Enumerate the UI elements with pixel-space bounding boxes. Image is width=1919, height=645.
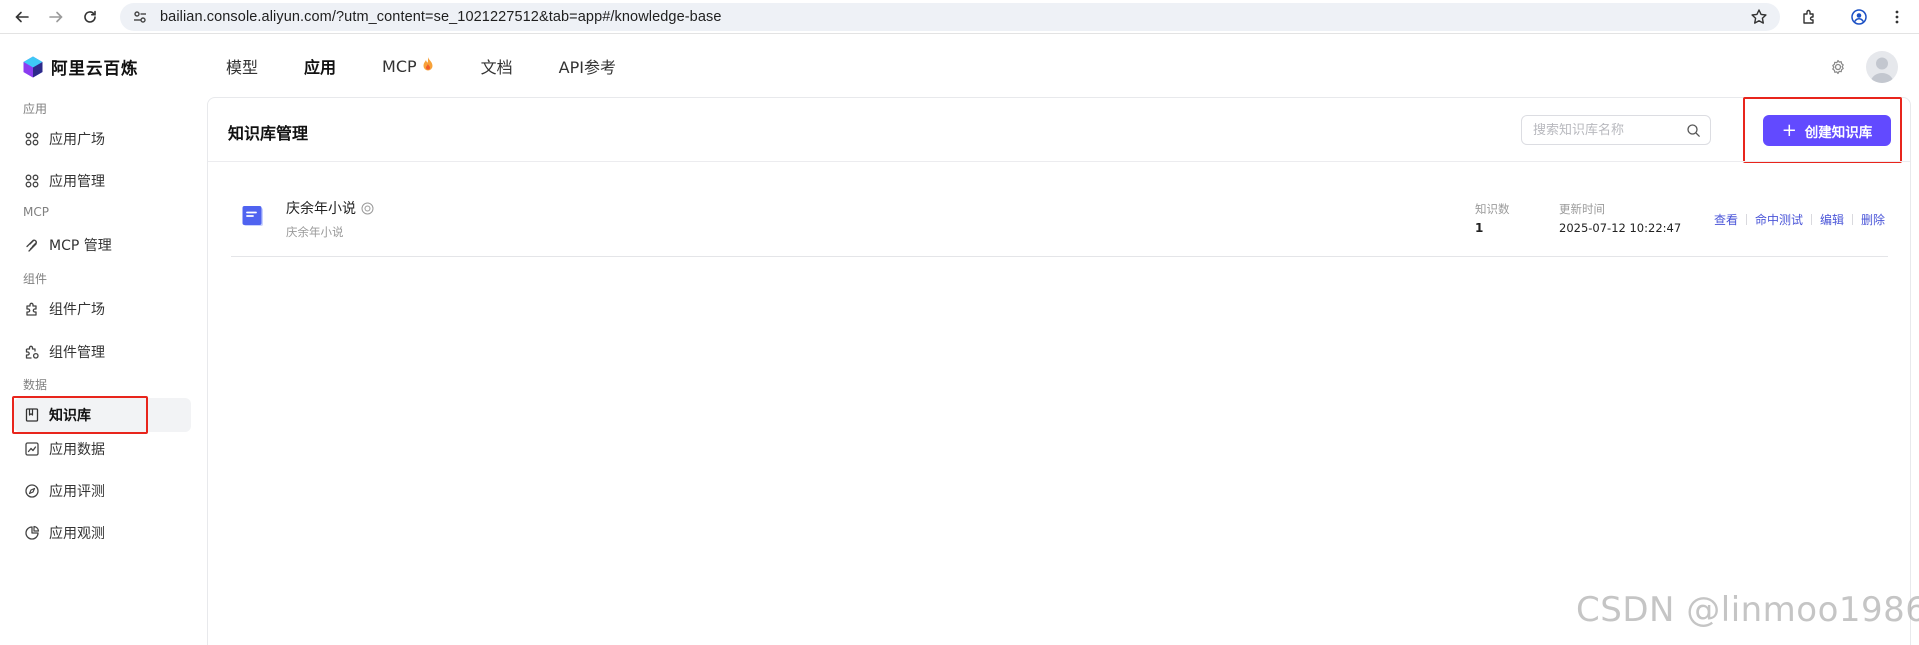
top-nav-model[interactable]: 模型	[226, 54, 258, 78]
sidebar-item-label: 组件管理	[49, 345, 105, 361]
gear-icon[interactable]	[1829, 58, 1847, 76]
top-nav-docs[interactable]: 文档	[481, 54, 513, 78]
delete-link[interactable]: 删除	[1861, 211, 1885, 228]
sidebar-item-component-square[interactable]: 组件广场	[14, 292, 191, 326]
action-divider	[1852, 214, 1854, 225]
sidebar-item-label: 应用广场	[49, 132, 105, 148]
knowledge-doc-icon	[241, 204, 265, 228]
more-menu-icon[interactable]	[1884, 4, 1910, 30]
mcp-plug-icon	[24, 237, 40, 253]
info-circle-icon[interactable]	[361, 202, 374, 215]
sidebar-item-label: 组件广场	[49, 302, 105, 318]
forward-arrow-icon[interactable]	[42, 3, 70, 31]
address-bar[interactable]: bailian.console.aliyun.com/?utm_content=…	[120, 3, 1780, 31]
top-nav-api-reference[interactable]: API参考	[559, 54, 616, 78]
sidebar-item-app-evaluation[interactable]: 应用评测	[14, 474, 191, 508]
puzzle-gear-icon	[24, 344, 40, 360]
fire-icon	[421, 56, 435, 76]
user-avatar[interactable]	[1866, 51, 1898, 83]
url-text[interactable]: bailian.console.aliyun.com/?utm_content=…	[160, 9, 722, 25]
extensions-icon[interactable]	[1797, 4, 1823, 30]
sidebar-item-app-observability[interactable]: 应用观测	[14, 516, 191, 550]
line-chart-icon	[24, 441, 40, 457]
sidebar-item-app-square[interactable]: 应用广场	[14, 122, 191, 156]
row-actions: 查看 命中测试 编辑 删除	[1714, 211, 1885, 228]
sidebar: 应用 应用广场 应用管理 MCP MCP 管理 组件 组件广场 组件管理 数据	[0, 97, 205, 645]
brand-logo[interactable]: 阿里云百炼	[21, 55, 139, 79]
highlight-box-knowledge-base	[12, 396, 148, 434]
search-icon[interactable]	[1686, 123, 1701, 138]
sidebar-item-component-management[interactable]: 组件管理	[14, 335, 191, 369]
view-link[interactable]: 查看	[1714, 211, 1738, 228]
top-nav-mcp[interactable]: MCP	[382, 56, 435, 76]
sidebar-item-label: 应用数据	[49, 442, 105, 458]
header-divider	[208, 161, 1910, 162]
sidebar-item-label: 应用评测	[49, 484, 105, 500]
updated-time-label: 更新时间	[1559, 202, 1605, 216]
sidebar-item-app-data[interactable]: 应用数据	[14, 432, 191, 466]
profile-icon[interactable]	[1846, 4, 1872, 30]
reload-icon[interactable]	[76, 3, 104, 31]
sidebar-group-app: 应用	[23, 102, 48, 116]
highlight-box-create-button	[1743, 97, 1902, 163]
bailian-logo-icon	[23, 56, 43, 78]
knowledge-base-row[interactable]: 庆余年小说 庆余年小说 知识数 1 更新时间 2025-07-12 10:22:…	[231, 187, 1888, 257]
back-arrow-icon[interactable]	[8, 3, 36, 31]
browser-toolbar: bailian.console.aliyun.com/?utm_content=…	[0, 0, 1919, 34]
brand-name: 阿里云百炼	[51, 59, 139, 78]
hit-test-link[interactable]: 命中测试	[1755, 211, 1803, 228]
app-header: 阿里云百炼 模型 应用 MCP 文档 API参考	[0, 35, 1919, 97]
apps-grid-icon	[24, 173, 40, 189]
apps-grid-icon	[24, 131, 40, 147]
search-input[interactable]	[1533, 122, 1683, 138]
pie-chart-icon	[24, 525, 40, 541]
knowledge-base-description: 庆余年小说	[286, 225, 344, 239]
top-nav: 模型 应用 MCP 文档 API参考	[226, 35, 662, 97]
doc-count-value: 1	[1475, 221, 1484, 235]
edit-link[interactable]: 编辑	[1820, 211, 1844, 228]
sidebar-group-mcp: MCP	[23, 205, 49, 219]
sidebar-item-label: 应用观测	[49, 526, 105, 542]
sidebar-group-data: 数据	[23, 378, 48, 392]
knowledge-base-name-text: 庆余年小说	[286, 201, 356, 217]
sidebar-item-label: 应用管理	[49, 174, 105, 190]
bookmark-star-icon[interactable]	[1750, 8, 1768, 26]
search-box[interactable]	[1521, 115, 1711, 145]
watermark: CSDN @linmoo1986	[1576, 590, 1919, 630]
compass-icon	[24, 483, 40, 499]
sidebar-item-app-management[interactable]: 应用管理	[14, 164, 191, 198]
main-panel: 知识库管理 + 创建知识库 庆余年小说 庆余年小说 知识数 1 更新时间 202…	[207, 97, 1911, 645]
knowledge-base-name[interactable]: 庆余年小说	[286, 198, 374, 218]
updated-time-value: 2025-07-12 10:22:47	[1559, 221, 1682, 235]
action-divider	[1746, 214, 1748, 225]
site-settings-icon[interactable]	[132, 9, 148, 25]
page-title: 知识库管理	[228, 124, 309, 143]
top-nav-mcp-label: MCP	[382, 56, 417, 76]
top-nav-app[interactable]: 应用	[304, 54, 336, 78]
puzzle-icon	[24, 301, 40, 317]
sidebar-item-mcp-management[interactable]: MCP 管理	[14, 228, 191, 262]
action-divider	[1811, 214, 1813, 225]
sidebar-group-components: 组件	[23, 272, 48, 286]
sidebar-item-label: MCP 管理	[49, 238, 112, 254]
doc-count-label: 知识数	[1475, 202, 1510, 216]
